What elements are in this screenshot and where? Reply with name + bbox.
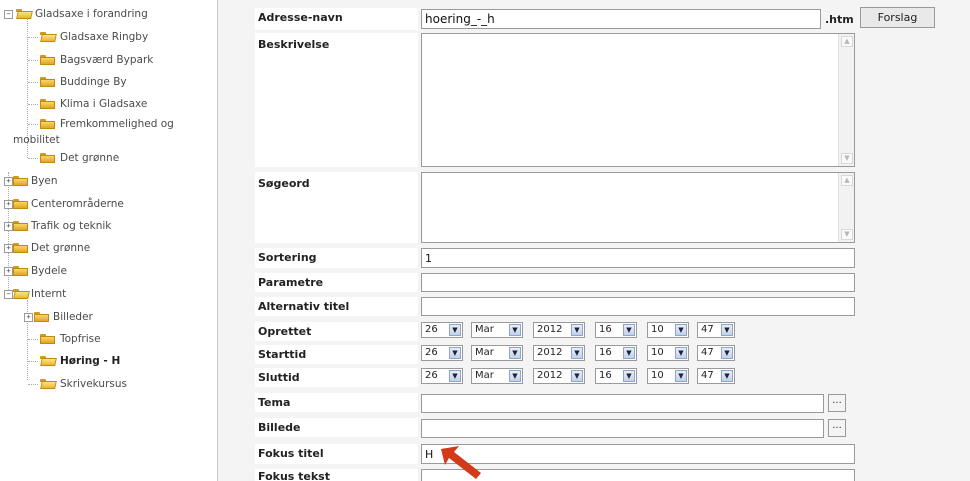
sortering-input[interactable] — [421, 248, 855, 268]
oprettet-month-select[interactable]: Mar ▼ — [471, 322, 523, 338]
sluttid-label: Sluttid — [255, 368, 418, 387]
starttid-minute-select[interactable]: 10 ▼ — [647, 345, 689, 361]
sluttid-year-select[interactable]: 2012 ▼ — [533, 368, 585, 384]
billede-label: Billede — [255, 418, 418, 437]
chevron-down-icon: ▼ — [449, 370, 461, 382]
fokus-titel-label: Fokus titel — [255, 444, 418, 464]
folder-icon — [13, 221, 28, 231]
panel-separator — [217, 0, 254, 481]
soegeord-textarea[interactable]: ▲ ▼ — [421, 172, 855, 243]
collapse-icon[interactable]: − — [4, 290, 13, 299]
beskrivelse-label: Beskrivelse — [255, 33, 418, 167]
chevron-down-icon: ▼ — [509, 370, 521, 382]
tema-input[interactable] — [421, 394, 824, 413]
starttid-label: Starttid — [255, 345, 418, 364]
folder-open-icon — [13, 289, 30, 299]
oprettet-second-select[interactable]: 47 ▼ — [697, 322, 735, 338]
scroll-down-icon[interactable]: ▼ — [841, 229, 853, 240]
folder-icon — [13, 199, 28, 209]
folder-open-icon — [40, 379, 57, 389]
chevron-down-icon: ▼ — [721, 347, 733, 359]
expand-icon[interactable]: + — [24, 313, 33, 322]
chevron-down-icon: ▼ — [449, 324, 461, 336]
sluttid-second-select[interactable]: 47 ▼ — [697, 368, 735, 384]
chevron-down-icon: ▼ — [509, 347, 521, 359]
chevron-down-icon: ▼ — [571, 347, 583, 359]
fokus-tekst-label: Fokus tekst — [255, 469, 418, 481]
folder-icon — [13, 243, 28, 253]
starttid-day-select[interactable]: 26 ▼ — [421, 345, 463, 361]
sluttid-month-select[interactable]: Mar ▼ — [471, 368, 523, 384]
folder-icon — [13, 266, 28, 276]
chevron-down-icon: ▼ — [509, 324, 521, 336]
folder-icon — [40, 99, 55, 109]
chevron-down-icon: ▼ — [675, 324, 687, 336]
tema-label: Tema — [255, 393, 418, 412]
sluttid-hour-select[interactable]: 16 ▼ — [595, 368, 637, 384]
page-properties-form: Adresse-navn .htm Forslag Beskrivelse ▲▼… — [253, 0, 970, 481]
chevron-down-icon: ▼ — [623, 370, 635, 382]
starttid-month-select[interactable]: Mar ▼ — [471, 345, 523, 361]
oprettet-minute-select[interactable]: 10 ▼ — [647, 322, 689, 338]
beskrivelse-textarea[interactable]: ▲ ▼ — [421, 33, 855, 167]
adresse-navn-input[interactable] — [421, 9, 821, 29]
expand-icon[interactable]: + — [4, 200, 13, 209]
collapse-icon[interactable]: − — [4, 10, 13, 19]
folder-open-icon — [40, 356, 57, 366]
alternativ-titel-label: Alternativ titel — [255, 297, 418, 316]
pointer-arrow-icon — [441, 446, 481, 479]
folder-open-icon — [40, 32, 57, 42]
chevron-down-icon: ▼ — [675, 347, 687, 359]
scroll-up-icon[interactable]: ▲ — [841, 36, 853, 47]
folder-icon — [34, 312, 49, 322]
adresse-navn-label: Adresse-navn — [255, 8, 418, 30]
htm-suffix: .htm — [825, 13, 854, 26]
chevron-down-icon: ▼ — [571, 370, 583, 382]
parametre-input[interactable] — [421, 273, 855, 292]
starttid-second-select[interactable]: 47 ▼ — [697, 345, 735, 361]
billede-browse-button[interactable]: ... — [828, 419, 846, 437]
tema-browse-button[interactable]: ... — [828, 394, 846, 412]
forslag-button[interactable]: Forslag — [860, 7, 935, 28]
alternativ-titel-input[interactable] — [421, 297, 855, 316]
oprettet-hour-select[interactable]: 16 ▼ — [595, 322, 637, 338]
fokus-tekst-textarea[interactable] — [421, 469, 855, 481]
chevron-down-icon: ▼ — [623, 347, 635, 359]
oprettet-label: Oprettet — [255, 322, 418, 341]
starttid-hour-select[interactable]: 16 ▼ — [595, 345, 637, 361]
folder-icon — [13, 176, 28, 186]
folder-icon — [40, 77, 55, 87]
chevron-down-icon: ▼ — [721, 324, 733, 336]
chevron-down-icon: ▼ — [675, 370, 687, 382]
sluttid-day-select[interactable]: 26 ▼ — [421, 368, 463, 384]
oprettet-year-select[interactable]: 2012 ▼ — [533, 322, 585, 338]
folder-icon — [40, 55, 55, 65]
scroll-up-icon[interactable]: ▲ — [841, 175, 853, 186]
starttid-year-select[interactable]: 2012 ▼ — [533, 345, 585, 361]
chevron-down-icon: ▼ — [721, 370, 733, 382]
beskrivelse-scrollbar[interactable]: ▲ ▼ — [838, 34, 854, 166]
expand-icon[interactable]: + — [4, 244, 13, 253]
scroll-down-icon[interactable]: ▼ — [841, 153, 853, 164]
soegeord-label: Søgeord — [255, 172, 418, 243]
expand-icon[interactable]: + — [4, 177, 13, 186]
soegeord-scrollbar[interactable]: ▲ ▼ — [838, 173, 854, 242]
billede-input[interactable] — [421, 419, 824, 438]
fokus-titel-input[interactable] — [421, 444, 855, 464]
folder-icon — [40, 119, 55, 129]
expand-icon[interactable]: + — [4, 267, 13, 276]
folder-open-icon — [16, 9, 33, 19]
chevron-down-icon: ▼ — [623, 324, 635, 336]
oprettet-day-select[interactable]: 26 ▼ — [421, 322, 463, 338]
folder-tree: − Gladsaxe i forandring Gladsaxe Ringby … — [0, 0, 217, 481]
tree-item-gladsaxe-i-forandring[interactable]: − Gladsaxe i forandring — [4, 6, 214, 22]
chevron-down-icon: ▼ — [449, 347, 461, 359]
folder-icon — [40, 153, 55, 163]
sluttid-minute-select[interactable]: 10 ▼ — [647, 368, 689, 384]
folder-icon — [40, 334, 55, 344]
sortering-label: Sortering — [255, 248, 418, 268]
expand-icon[interactable]: + — [4, 222, 13, 231]
parametre-label: Parametre — [255, 273, 418, 292]
chevron-down-icon: ▼ — [571, 324, 583, 336]
